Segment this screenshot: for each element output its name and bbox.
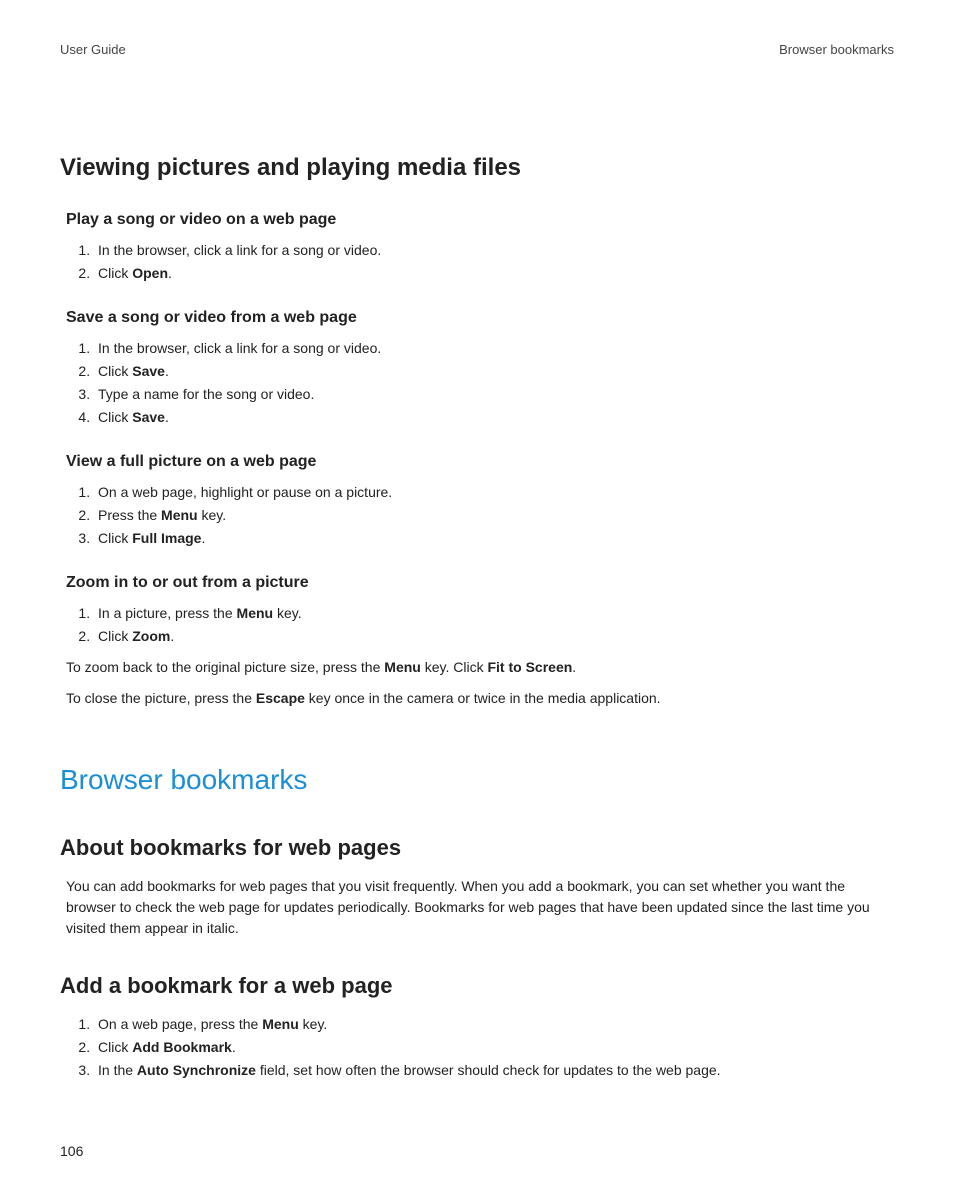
body-paragraph: To zoom back to the original picture siz… <box>66 657 894 678</box>
topic-heading: View a full picture on a web page <box>66 450 894 474</box>
page-header: User Guide Browser bookmarks <box>60 40 894 60</box>
step-item: In the Auto Synchronize field, set how o… <box>94 1060 894 1081</box>
step-item: In the browser, click a link for a song … <box>94 338 894 359</box>
subsection-heading: Add a bookmark for a web page <box>60 969 894 1002</box>
step-item: Type a name for the song or video. <box>94 384 894 405</box>
topic-heading: Play a song or video on a web page <box>66 208 894 232</box>
step-item: Click Save. <box>94 407 894 428</box>
bold-text: Escape <box>256 690 305 706</box>
header-left: User Guide <box>60 40 126 60</box>
step-item: Click Full Image. <box>94 528 894 549</box>
body-paragraph: To close the picture, press the Escape k… <box>66 688 894 709</box>
chapter-heading: Browser bookmarks <box>60 759 894 801</box>
step-list: In the browser, click a link for a song … <box>66 240 894 284</box>
page-number: 106 <box>60 1141 894 1162</box>
topic-heading: Zoom in to or out from a picture <box>66 571 894 595</box>
bold-text: Save <box>132 409 165 425</box>
bold-text: Save <box>132 363 165 379</box>
bold-text: Add Bookmark <box>132 1039 232 1055</box>
header-right: Browser bookmarks <box>779 40 894 60</box>
bold-text: Fit to Screen <box>487 659 572 675</box>
step-item: Click Save. <box>94 361 894 382</box>
bold-text: Menu <box>384 659 421 675</box>
bold-text: Menu <box>262 1016 299 1032</box>
step-item: Click Zoom. <box>94 626 894 647</box>
step-list: On a web page, highlight or pause on a p… <box>66 482 894 549</box>
step-item: On a web page, press the Menu key. <box>94 1014 894 1035</box>
step-item: Click Add Bookmark. <box>94 1037 894 1058</box>
bold-text: Zoom <box>132 628 170 644</box>
step-item: Click Open. <box>94 263 894 284</box>
bold-text: Auto Synchronize <box>137 1062 256 1078</box>
bold-text: Full Image <box>132 530 201 546</box>
body-paragraph: You can add bookmarks for web pages that… <box>66 876 894 939</box>
section-heading: Viewing pictures and playing media files <box>60 150 894 186</box>
step-list: On a web page, press the Menu key.Click … <box>66 1014 894 1081</box>
bold-text: Menu <box>237 605 274 621</box>
step-list: In a picture, press the Menu key.Click Z… <box>66 603 894 647</box>
step-item: On a web page, highlight or pause on a p… <box>94 482 894 503</box>
subsection-heading: About bookmarks for web pages <box>60 831 894 864</box>
topic-heading: Save a song or video from a web page <box>66 306 894 330</box>
step-list: In the browser, click a link for a song … <box>66 338 894 428</box>
bold-text: Menu <box>161 507 198 523</box>
step-item: In a picture, press the Menu key. <box>94 603 894 624</box>
step-item: Press the Menu key. <box>94 505 894 526</box>
bold-text: Open <box>132 265 168 281</box>
step-item: In the browser, click a link for a song … <box>94 240 894 261</box>
